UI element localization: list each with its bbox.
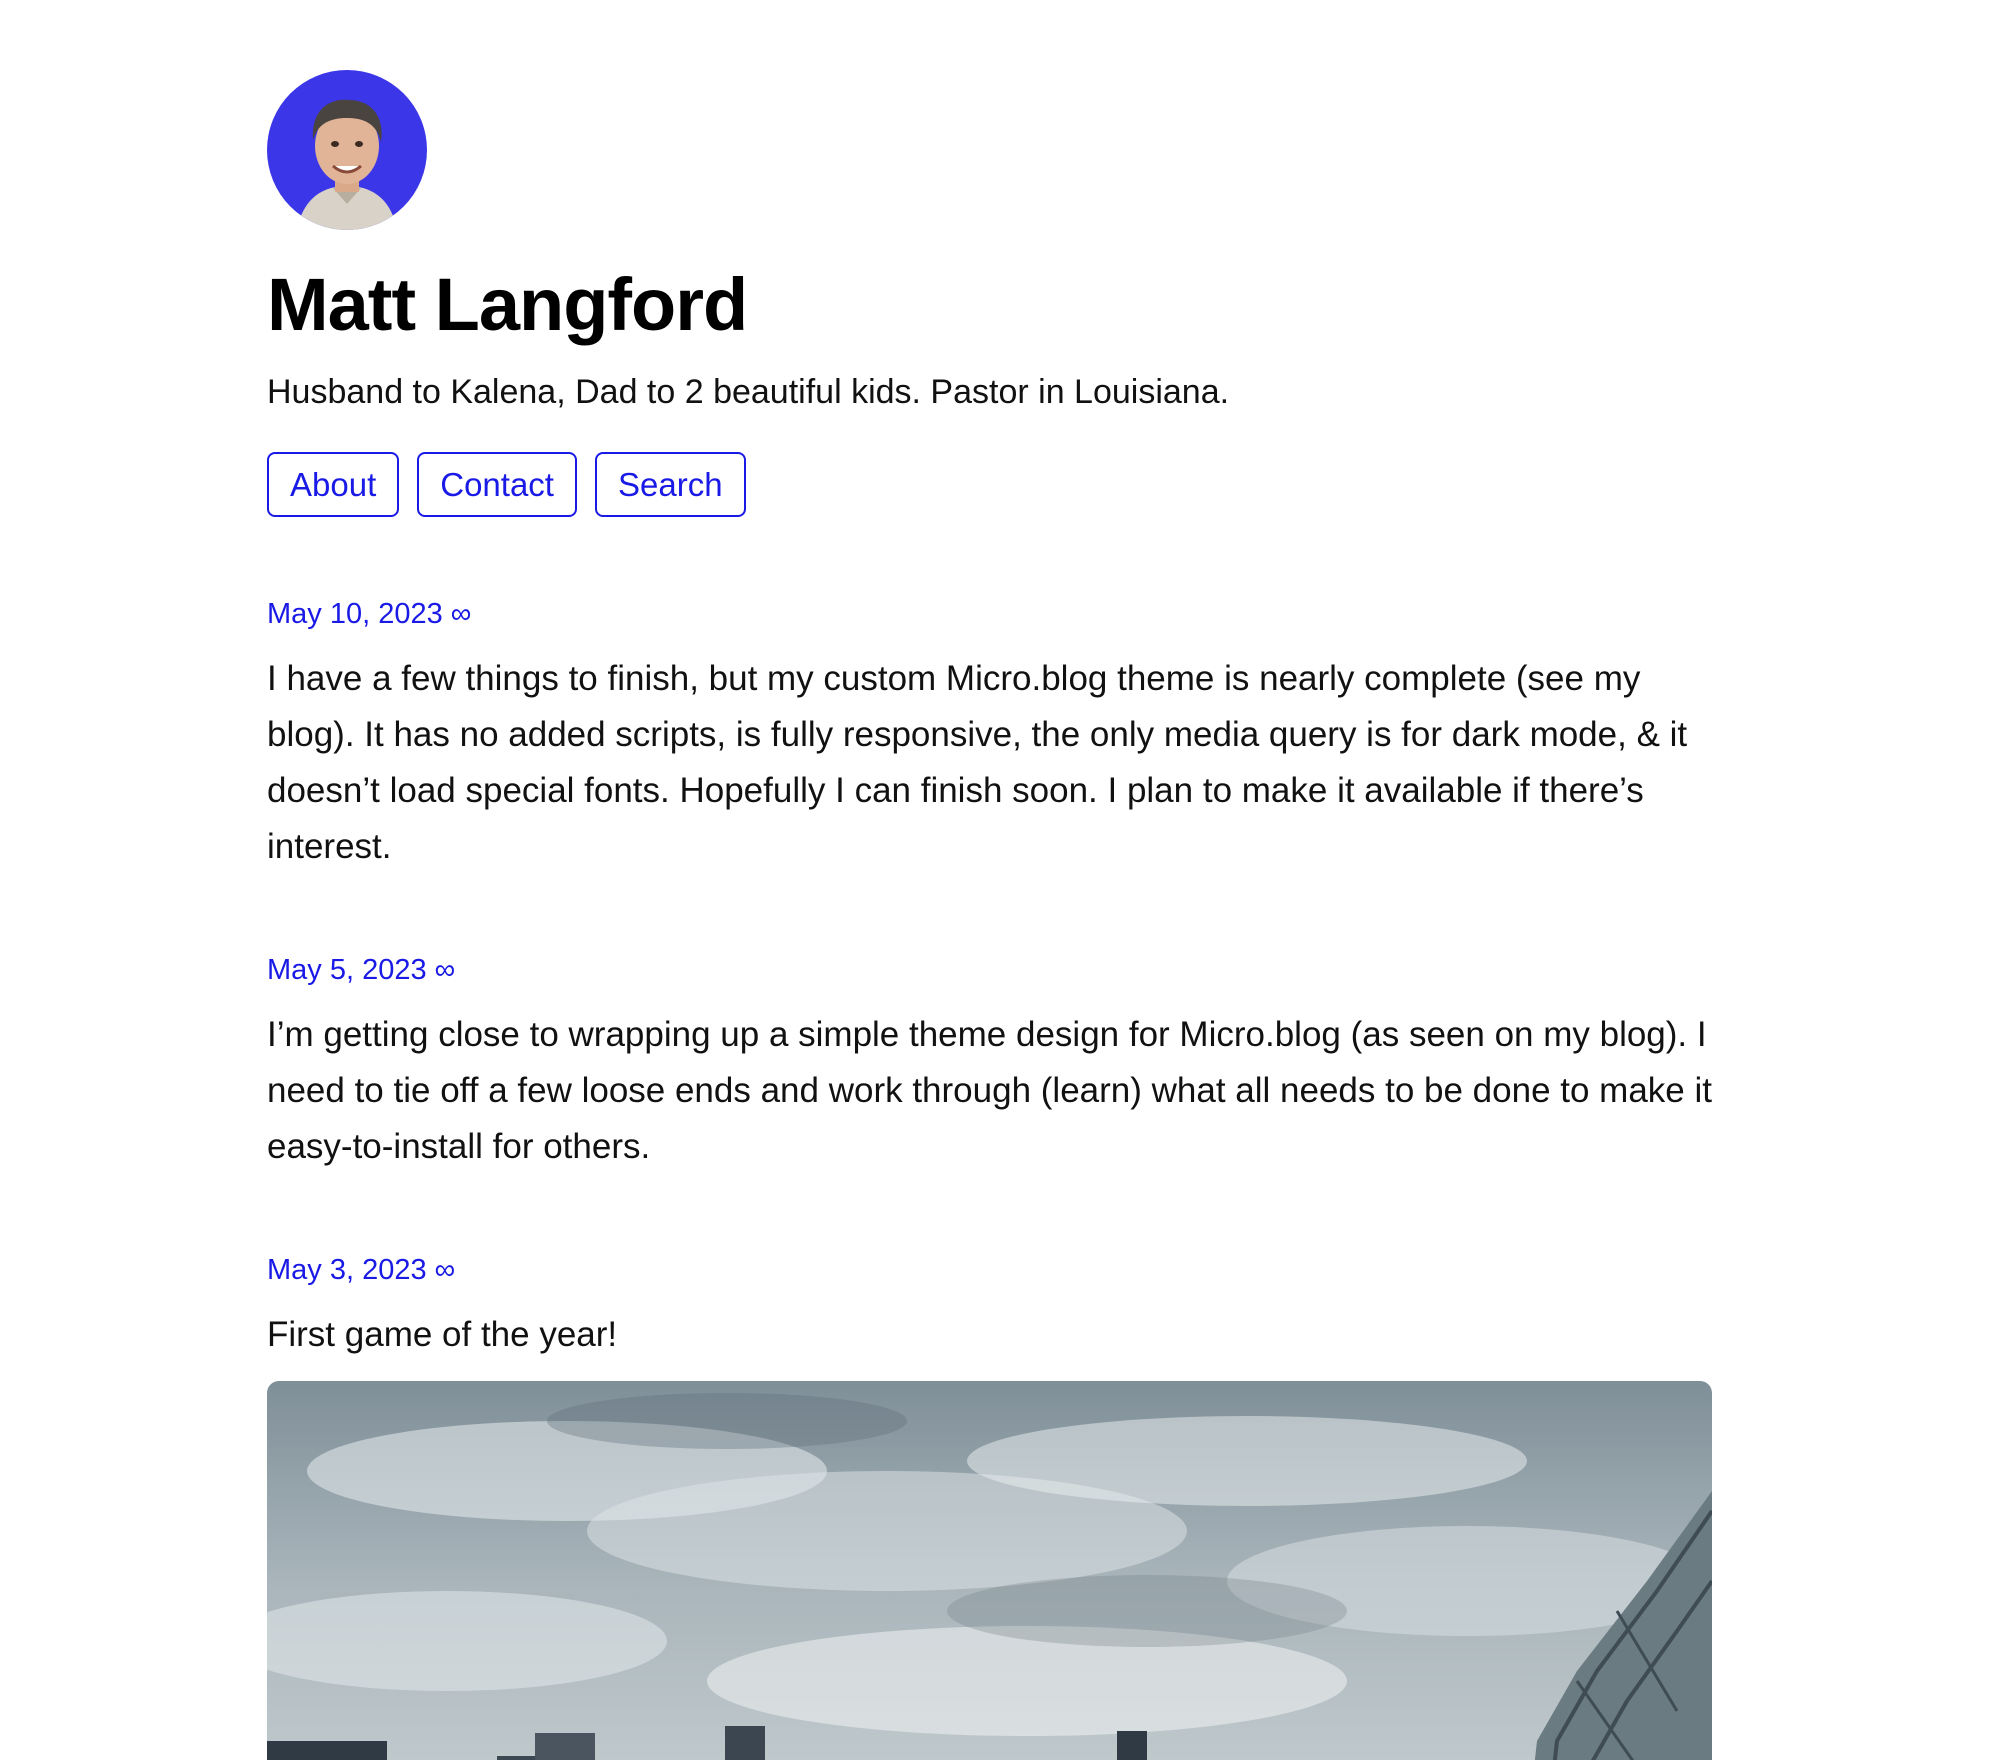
stadium-sky-photo-icon xyxy=(267,1381,1712,1760)
avatar-photo-icon xyxy=(267,70,427,230)
post-body: I have a few things to finish, but my cu… xyxy=(267,659,1688,866)
main-nav: About Contact Search xyxy=(267,452,1712,518)
post-item: May 10, 2023 ∞ I have a few things to fi… xyxy=(267,600,1712,875)
site-title[interactable]: Matt Langford xyxy=(267,268,1712,342)
nav-about-button[interactable]: About xyxy=(267,452,400,518)
post-photo[interactable] xyxy=(267,1381,1712,1760)
nav-search-button[interactable]: Search xyxy=(594,452,746,518)
post-body: First game of the year! xyxy=(267,1315,618,1354)
post-body: I’m getting close to wrapping up a simpl… xyxy=(267,1015,1712,1166)
post-item: May 5, 2023 ∞ I’m getting close to wrapp… xyxy=(267,956,1712,1175)
post-date-link[interactable]: May 5, 2023 ∞ xyxy=(267,956,455,985)
post-date-link[interactable]: May 10, 2023 ∞ xyxy=(267,600,471,629)
avatar[interactable] xyxy=(267,70,427,230)
nav-contact-button[interactable]: Contact xyxy=(417,452,577,518)
page-container: Matt Langford Husband to Kalena, Dad to … xyxy=(267,70,1712,1760)
site-tagline: Husband to Kalena, Dad to 2 beautiful ki… xyxy=(267,373,1230,411)
post-date-link[interactable]: May 3, 2023 ∞ xyxy=(267,1256,455,1285)
post-item: May 3, 2023 ∞ First game of the year! xyxy=(267,1256,1712,1363)
